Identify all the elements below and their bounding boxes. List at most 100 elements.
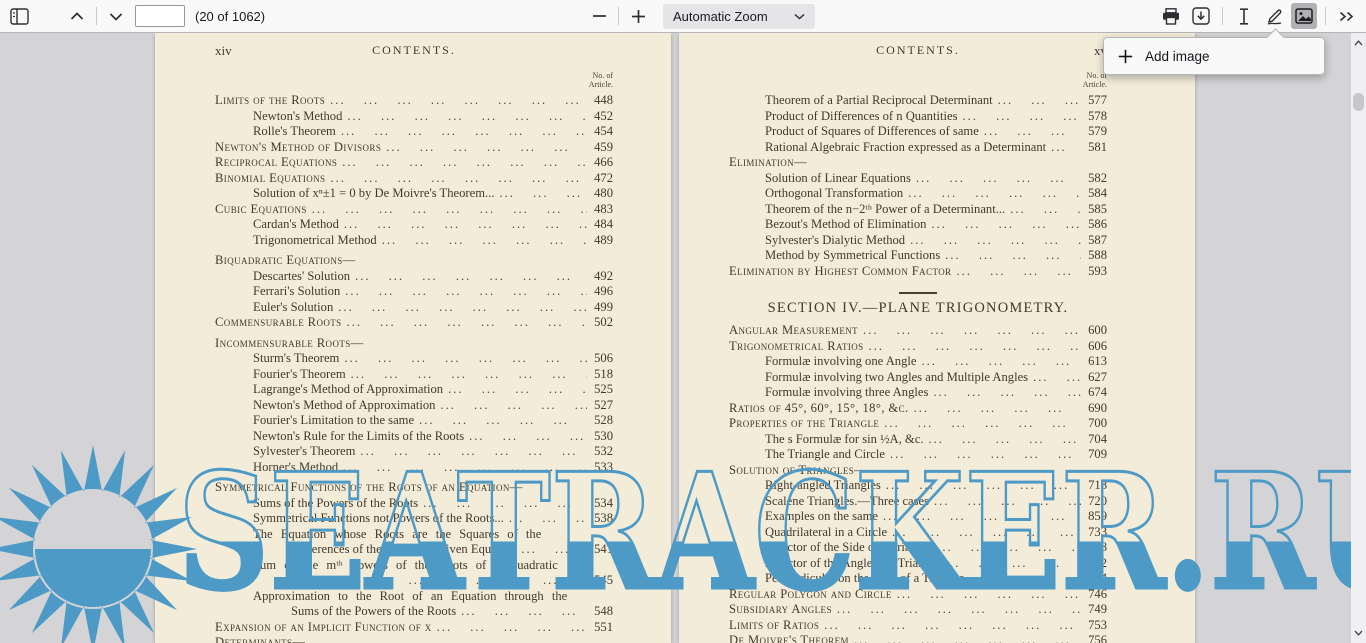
toc-entry-label: Newton's Method of Divisors (215, 140, 381, 156)
pdf-viewer-window: (20 of 1062) Automatic Zoom (0, 0, 1366, 643)
toc-entry-number: 627 (1081, 370, 1107, 386)
toc-entry-label: Solution of Triangles— (729, 463, 867, 479)
toc-entry-label: Trigonometrical Method (215, 233, 377, 249)
previous-page-button[interactable] (64, 3, 90, 29)
page-right-toc: Theorem of a Partial Reciprocal Determin… (729, 93, 1107, 643)
toc-entry-number: 502 (587, 315, 613, 331)
toc-entry-label: Right-angled Triangles (729, 478, 881, 494)
toc-entry-label: Lagrange's Method of Approximation (215, 382, 443, 398)
toc-entry-label: Sylvester's Dialytic Method (729, 233, 905, 249)
dot-leader: ... ... ... ... ... ... ... ... ... ... … (928, 385, 1081, 401)
page-left-header: xiv CONTENTS. (215, 43, 613, 69)
toc-row: Reciprocal Equations ... ... ... ... ...… (215, 155, 613, 171)
scrollbar-thumb[interactable] (1353, 93, 1364, 111)
toc-entry-number: 742 (1081, 556, 1107, 572)
toc-row: Ratios of 45°, 60°, 15°, 18°, &c. ... ..… (729, 401, 1107, 417)
toc-entry-label: Ratios of 45°, 60°, 15°, 18°, &c. (729, 401, 909, 417)
toc-entry-label: De Moivre's Theorem (729, 633, 849, 643)
toc-entry-label: Euler's Solution (215, 300, 333, 316)
toc-entry-number: 551 (587, 620, 613, 636)
toc-entry-number: 448 (587, 93, 613, 109)
toc-entry-label: Formulæ involving one Angle (729, 354, 916, 370)
toc-entry-number: 720 (1081, 494, 1107, 510)
toc-row: Elimination by Highest Common Factor ...… (729, 264, 1107, 280)
toc-entry-number: 530 (587, 429, 613, 445)
toc-row: Quadrilateral in a Circle ... ... ... ..… (729, 525, 1107, 541)
toc-row: Biquadratic Equations— (215, 253, 613, 269)
zoom-in-button[interactable] (625, 3, 651, 29)
toc-entry-number: 709 (1081, 447, 1107, 463)
section-divider (899, 292, 937, 294)
dot-leader: ... ... ... ... ... ... ... ... ... ... … (494, 186, 587, 202)
dot-leader: ... ... ... ... ... ... ... ... ... ... … (377, 233, 587, 249)
save-icon (1192, 7, 1210, 25)
toc-entry-number: 499 (587, 300, 613, 316)
toc-row: Newton's Method of Divisors ... ... ... … (215, 140, 613, 156)
zoom-out-button[interactable] (586, 3, 612, 29)
toc-entry-label: Formulæ involving two Angles and Multipl… (729, 370, 1028, 386)
toc-entry-number: 733 (1081, 525, 1107, 541)
toc-entry-number: 756 (1081, 633, 1107, 643)
dot-leader: ... ... ... ... ... ... ... ... ... ... … (432, 620, 587, 636)
toc-row: Rational Algebraic Fraction expressed as… (729, 140, 1107, 156)
image-icon (1295, 8, 1313, 24)
toc-entry-number: 538 (587, 511, 613, 527)
zoom-select-value: Automatic Zoom (673, 9, 768, 24)
toc-entry-label: Elimination by Highest Common Factor (729, 264, 952, 280)
toc-entry-number: 506 (587, 351, 613, 367)
toc-row: Solution of Linear Equations ... ... ...… (729, 171, 1107, 187)
toc-row: Sylvester's Theorem ... ... ... ... ... … (215, 444, 613, 460)
toc-row: Product of Squares of Differences of sam… (729, 124, 1107, 140)
toc-entry-label: Fourier's Theorem (215, 367, 346, 383)
toc-entry-label: Newton's Rule for the Limits of the Root… (215, 429, 464, 445)
toc-entry-number: 600 (1081, 323, 1107, 339)
scroll-up-button[interactable] (1351, 35, 1366, 51)
toc-row: Limits of Ratios ... ... ... ... ... ...… (729, 618, 1107, 634)
toc-entry-number: 525 (587, 382, 613, 398)
toc-entry-number: 484 (587, 217, 613, 233)
toc-entry-label: Subsidiary Angles (729, 602, 832, 618)
toc-row: Binomial Equations ... ... ... ... ... .… (215, 171, 613, 187)
toc-row: Trigonometrical Ratios ... ... ... ... .… (729, 339, 1107, 355)
page-number-input[interactable] (135, 5, 185, 27)
toc-entry-label: Perpendicular on the Base of a Triangle (729, 571, 964, 587)
image-annotation-button[interactable] (1291, 3, 1317, 29)
toc-row: Formulæ involving one Angle ... ... ... … (729, 354, 1107, 370)
toc-entry-label: Limits of Ratios (729, 618, 819, 634)
toc-row: Formulæ involving three Angles ... ... .… (729, 385, 1107, 401)
toc-row: Euler's Solution ... ... ... ... ... ...… (215, 300, 613, 316)
sidebar-toggle-button[interactable] (6, 3, 32, 29)
dot-leader: ... ... ... ... ... ... ... ... ... ... … (418, 496, 587, 512)
dot-leader: ... ... ... ... ... ... ... ... ... ... … (940, 248, 1081, 264)
dot-leader: ... ... ... ... ... ... ... ... ... ... … (346, 367, 587, 383)
toc-row: Bisector of the Side of a Triangle ... .… (729, 540, 1107, 556)
dot-leader: ... ... ... ... ... ... ... ... ... ... … (932, 540, 1081, 556)
image-tool-dropdown: Add image (1103, 37, 1325, 75)
scroll-down-button[interactable] (1351, 625, 1366, 641)
toc-entry-number: 718 (1081, 478, 1107, 494)
more-tools-button[interactable] (1334, 3, 1360, 29)
page-left-column-header: No. of Article. (215, 71, 613, 89)
toc-row: Differences of the Roots of a given Equa… (215, 542, 613, 558)
text-annotation-button[interactable] (1231, 3, 1257, 29)
toc-entry-number: 859 (1081, 509, 1107, 525)
add-image-menu-item[interactable]: Add image (1104, 38, 1324, 74)
dot-leader: ... ... ... ... ... ... ... ... ... ... … (879, 416, 1081, 432)
print-button[interactable] (1158, 3, 1184, 29)
toc-entry-label: Angular Measurement (729, 323, 858, 339)
save-button[interactable] (1188, 3, 1214, 29)
draw-annotation-button[interactable] (1261, 3, 1287, 29)
vertical-scrollbar[interactable] (1351, 33, 1366, 643)
page-left-title: CONTENTS. (215, 43, 613, 58)
chevron-up-icon (70, 12, 84, 21)
next-page-button[interactable] (103, 3, 129, 29)
toolbar: (20 of 1062) Automatic Zoom (0, 0, 1366, 33)
toc-row: Descartes' Solution ... ... ... ... ... … (215, 269, 613, 285)
dot-leader: ... ... ... ... ... ... ... ... ... ... … (864, 339, 1081, 355)
zoom-select[interactable]: Automatic Zoom (663, 4, 815, 29)
dot-leader: ... ... ... ... ... ... ... ... ... ... … (350, 269, 587, 285)
dot-leader: ... ... ... ... ... ... ... ... ... ... … (903, 186, 1081, 202)
toc-entry-number: 578 (1081, 109, 1107, 125)
toc-row: Sturm's Theorem ... ... ... ... ... ... … (215, 351, 613, 367)
toc-entry-label: Expansion of an Implicit Function of x (215, 620, 432, 636)
